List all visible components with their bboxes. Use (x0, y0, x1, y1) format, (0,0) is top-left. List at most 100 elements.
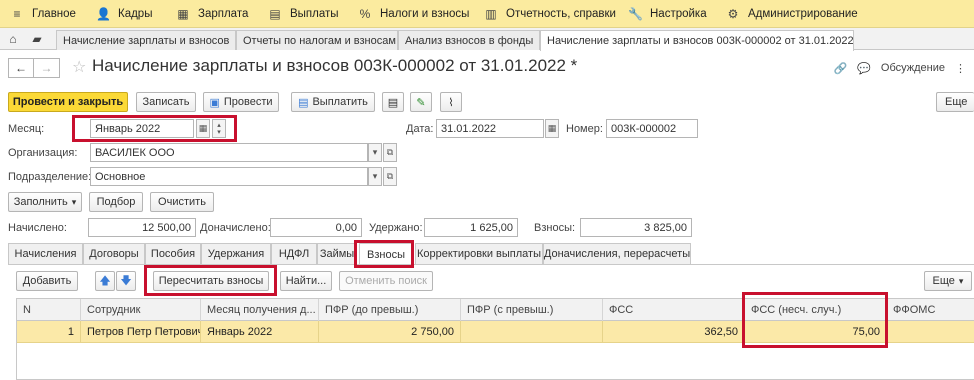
report-icon: ▤ (387, 96, 399, 109)
clear-button[interactable]: Очистить (150, 192, 214, 212)
cell-pfr-before[interactable]: 2 750,00 (319, 321, 461, 343)
more-vertical-icon[interactable]: ⋮ (955, 62, 966, 75)
cell-fss[interactable]: 362,50 (603, 321, 745, 343)
tab-recalculations[interactable]: Доначисления, перерасчеты (543, 243, 691, 265)
attach-button[interactable]: ⌇ (440, 92, 462, 112)
move-down-button[interactable]: 🡇 (116, 271, 136, 291)
cell-employee[interactable]: Петров Петр Петрович (81, 321, 201, 343)
add-button[interactable]: Добавить (16, 271, 78, 291)
col-n[interactable]: N (17, 299, 81, 321)
date-field[interactable]: 31.01.2022 (436, 119, 544, 138)
tab-loans[interactable]: Займы (317, 243, 357, 265)
find-button[interactable]: Найти... (280, 271, 332, 291)
cancel-search-button[interactable]: Отменить поиск (339, 271, 433, 291)
table-row[interactable]: 1 Петров Петр Петрович Январь 2022 2 750… (17, 321, 974, 343)
organization-dropdown[interactable]: ▾ (368, 143, 382, 162)
more-button[interactable]: Еще (936, 92, 974, 112)
payments-icon: ▤ (269, 7, 281, 21)
number-field[interactable]: 003К-000002 (606, 119, 698, 138)
write-button[interactable]: Записать (136, 92, 196, 112)
month-field[interactable]: Январь 2022 (90, 119, 194, 138)
post-icon: ▣ (209, 96, 220, 109)
window-tab-tax-reports[interactable]: Отчеты по налогам и взносам (236, 30, 398, 50)
grid-more-button[interactable]: Еще ▾ (924, 271, 972, 291)
month-stepper[interactable]: ▴ ▾ (212, 119, 226, 138)
section-salary[interactable]: ▦ Зарплата (176, 0, 248, 28)
tab-benefits[interactable]: Пособия (145, 243, 201, 265)
calendar-button[interactable]: ▦ (196, 119, 210, 138)
section-reports[interactable]: ▥ Отчетность, справки (484, 0, 616, 28)
contributions-label: Взносы: (534, 222, 576, 234)
arrow-up-icon: 🡅 (99, 274, 111, 287)
tab-contracts[interactable]: Договоры (83, 243, 145, 265)
forward-button[interactable]: → (34, 58, 60, 78)
section-label: Администрирование (748, 8, 858, 20)
section-taxes[interactable]: % Налоги и взносы (358, 0, 470, 28)
paperclip-icon: ⌇ (448, 96, 454, 109)
open-icon: ⧉ (386, 147, 394, 157)
pay-button[interactable]: ▤ Выплатить (291, 92, 375, 112)
calendar-icon: ▦ (547, 123, 557, 133)
department-dropdown[interactable]: ▾ (368, 167, 382, 186)
grid-more-label: Еще (932, 275, 955, 287)
section-payments[interactable]: ▤ Выплаты (268, 0, 339, 28)
post-and-close-button[interactable]: Провести и закрыть (8, 92, 128, 112)
wrench-icon: 🔧 (628, 7, 643, 21)
section-label: Выплаты (290, 8, 339, 20)
section-personnel[interactable]: 👤 Кадры (96, 0, 152, 28)
recalculate-contributions-button[interactable]: Пересчитать взносы (153, 271, 269, 291)
tab-divider (8, 264, 974, 265)
col-pfr-over[interactable]: ПФР (с превыш.) (461, 299, 603, 321)
col-pfr-before[interactable]: ПФР (до превыш.) (319, 299, 461, 321)
personnel-icon: 👤 (96, 7, 111, 21)
col-fss-accident[interactable]: ФСС (несч. случ.) (745, 299, 887, 321)
window-tab-payroll[interactable]: Начисление зарплаты и взносов (56, 30, 236, 50)
section-main[interactable]: ≡ Главное (10, 0, 75, 28)
department-field[interactable]: Основное (90, 167, 368, 186)
back-button[interactable]: ← (8, 58, 34, 78)
department-open-button[interactable]: ⧉ (383, 167, 397, 186)
fill-button-label: Заполнить (13, 196, 68, 208)
reports-icon: ▥ (485, 7, 497, 21)
window-tab-current-doc[interactable]: Начисление зарплаты и взносов 003К-00000… (540, 30, 854, 51)
organization-field[interactable]: ВАСИЛЕК ООО (90, 143, 368, 162)
fill-button[interactable]: Заполнить ▾ (8, 192, 82, 212)
edit-button[interactable]: ✎ (410, 92, 432, 112)
col-month[interactable]: Месяц получения д... (201, 299, 319, 321)
tab-accruals[interactable]: Начисления (8, 243, 83, 265)
move-up-button[interactable]: 🡅 (95, 271, 115, 291)
section-label: Зарплата (198, 8, 249, 20)
organization-open-button[interactable]: ⧉ (383, 143, 397, 162)
cell-month[interactable]: Январь 2022 (201, 321, 319, 343)
calendar-icon: ▦ (198, 123, 208, 133)
col-fss[interactable]: ФСС (603, 299, 745, 321)
post-button[interactable]: ▣ Провести (203, 92, 279, 112)
link-icon[interactable]: 🔗 (834, 62, 848, 75)
window-tab-contrib-analysis[interactable]: Анализ взносов в фонды (398, 30, 540, 50)
chevron-down-icon: ▾ (372, 147, 378, 157)
star-icon[interactable]: ☆ (72, 57, 86, 77)
section-admin[interactable]: ⚙ Администрирование (726, 0, 858, 28)
col-employee[interactable]: Сотрудник (81, 299, 201, 321)
pick-button[interactable]: Подбор (89, 192, 143, 212)
date-label: Дата: (406, 123, 434, 135)
tab-payment-adjustments[interactable]: Корректировки выплаты (415, 243, 543, 265)
col-ffoms[interactable]: ФФОМС (887, 299, 974, 321)
discussion-link[interactable]: Обсуждение (881, 62, 945, 74)
cell-pfr-over[interactable] (461, 321, 603, 343)
date-calendar-button[interactable]: ▦ (545, 119, 559, 138)
stepper-up-icon: ▴ (217, 121, 221, 129)
cell-fss-accident[interactable]: 75,00 (745, 321, 887, 343)
chevron-down-icon: ▾ (958, 275, 964, 286)
comment-icon[interactable]: ▰ (28, 30, 46, 48)
tab-deductions[interactable]: Удержания (201, 243, 271, 265)
report-button[interactable]: ▤ (382, 92, 404, 112)
section-settings[interactable]: 🔧 Настройка (628, 0, 707, 28)
tab-ndfl[interactable]: НДФЛ (271, 243, 317, 265)
pay-icon: ▤ (298, 96, 309, 109)
home-icon[interactable]: ⌂ (4, 30, 22, 48)
stepper-down-icon: ▾ (217, 128, 221, 136)
cell-ffoms[interactable] (887, 321, 974, 343)
cell-n[interactable]: 1 (17, 321, 81, 343)
tab-contributions[interactable]: Взносы (359, 243, 413, 266)
